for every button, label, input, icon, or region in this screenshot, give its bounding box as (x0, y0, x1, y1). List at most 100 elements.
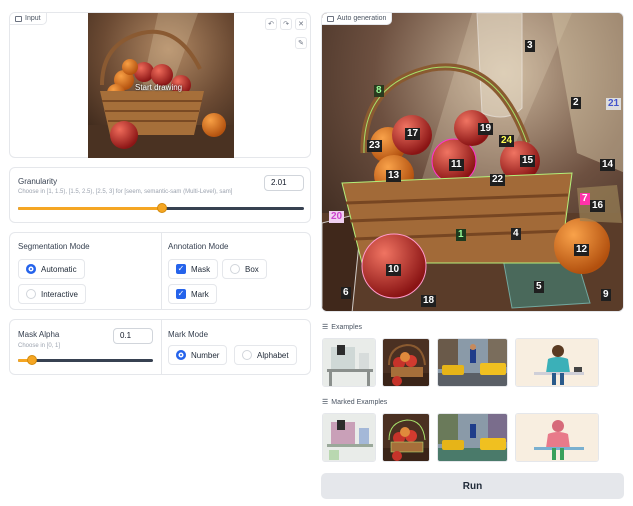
mark-label: 9 (601, 289, 611, 301)
mark-label: 17 (405, 128, 421, 140)
mask-alpha-hint: Choose in [0, 1] (18, 343, 61, 349)
undo-button[interactable]: ↶ (265, 18, 277, 30)
marked-example-thumb-ironing[interactable] (515, 413, 599, 462)
examples-header: ☰ Examples (322, 323, 363, 332)
office-thumbnail-image (323, 339, 375, 386)
mark-label: 8 (374, 85, 384, 97)
mark-label: 14 (600, 159, 616, 171)
marked-example-thumb-street[interactable] (437, 413, 508, 462)
redo-button[interactable]: ↷ (280, 18, 292, 30)
granularity-slider-fill (18, 207, 163, 210)
segmented-output-image (322, 13, 623, 311)
example-thumb-apples[interactable] (382, 338, 430, 387)
mark-label: 5 (534, 281, 544, 293)
mark-label: 12 (574, 244, 590, 256)
mark-label: 4 (511, 228, 521, 240)
image-icon (15, 15, 22, 22)
marked-ironing-thumbnail-image (516, 414, 598, 461)
segmentation-option-label: Interactive (41, 289, 78, 299)
output-label: Auto generation (337, 15, 387, 22)
annotation-option-label: Mask (191, 264, 211, 274)
brush-button[interactable]: ✎ (295, 37, 307, 49)
annotation-option-mark[interactable]: ✓ Mark (168, 284, 217, 304)
segmentation-option-automatic[interactable]: Automatic (18, 259, 85, 279)
clear-button[interactable]: ✕ (295, 18, 307, 30)
start-drawing-overlay: Start drawing (135, 83, 183, 92)
mark-label: 15 (520, 155, 536, 167)
mark-label: 21 (606, 98, 622, 110)
mask-alpha-slider[interactable] (18, 355, 153, 365)
marked-examples-header: ☰ Marked Examples (322, 398, 388, 407)
marked-examples-label: Marked Examples (331, 398, 388, 406)
granularity-label: Granularity (18, 177, 58, 186)
input-image-canvas[interactable]: Start drawing (88, 13, 234, 158)
granularity-slider-thumb[interactable] (157, 203, 167, 213)
marked-example-thumb-apples[interactable] (382, 413, 430, 462)
modes-divider (161, 233, 162, 309)
mark-label: 20 (329, 211, 345, 223)
granularity-hint: Choose in [1, 1.5), [1.5, 2.5), [2.5, 3]… (18, 189, 233, 195)
mark-option-number[interactable]: Number (168, 345, 228, 365)
mark-label: 22 (490, 174, 506, 186)
list-icon: ☰ (322, 324, 329, 331)
mark-label: 6 (341, 287, 351, 299)
example-thumb-street[interactable] (437, 338, 508, 387)
mark-label: 23 (367, 140, 383, 152)
alpha-mark-panel: Mask Alpha Choose in [0, 1] 0.1 Mark Mod… (9, 319, 311, 375)
checkbox-unchecked-icon (230, 264, 240, 274)
segmentation-mode-label: Segmentation Mode (18, 242, 90, 251)
marked-street-thumbnail-image (438, 414, 507, 461)
segmentation-option-interactive[interactable]: Interactive (18, 284, 86, 304)
annotation-mode-label: Annotation Mode (168, 242, 229, 251)
mark-option-alphabet[interactable]: Alphabet (234, 345, 297, 365)
examples-label: Examples (331, 323, 363, 331)
granularity-slider[interactable] (18, 203, 304, 213)
mark-label: 19 (478, 123, 494, 135)
checkbox-checked-icon: ✓ (176, 264, 186, 274)
close-icon: ✕ (298, 21, 304, 28)
output-panel: Auto generation ⤓ (321, 12, 624, 312)
alpha-mark-divider (161, 320, 162, 374)
annotation-option-mask[interactable]: ✓ Mask (168, 259, 219, 279)
apples-thumbnail-image (383, 339, 429, 386)
redo-icon: ↷ (283, 21, 289, 28)
modes-panel: Segmentation Mode Automatic Interactive … (9, 232, 311, 310)
output-label-chip: Auto generation (322, 13, 393, 25)
annotation-option-box[interactable]: Box (222, 259, 267, 279)
list-icon: ☰ (322, 399, 329, 406)
mark-label: 16 (590, 200, 606, 212)
granularity-value-input[interactable]: 2.01 (264, 175, 304, 191)
marked-example-thumb-office[interactable] (322, 413, 376, 462)
run-button[interactable]: Run (321, 473, 624, 499)
checkbox-checked-icon: ✓ (176, 289, 186, 299)
example-thumb-ironing[interactable] (515, 338, 599, 387)
granularity-panel: Granularity Choose in [1, 1.5), [1.5, 2.… (9, 167, 311, 223)
segmentation-option-label: Automatic (41, 264, 77, 274)
mark-label: 13 (386, 170, 402, 182)
mark-label: 24 (499, 135, 515, 147)
street-thumbnail-image (438, 339, 507, 386)
mask-alpha-value-input[interactable]: 0.1 (113, 328, 153, 344)
mask-alpha-slider-thumb[interactable] (27, 355, 37, 365)
mask-alpha-label: Mask Alpha (18, 330, 60, 339)
mark-label: 2 (571, 97, 581, 109)
mark-label: 10 (386, 264, 402, 276)
input-panel: Input Start drawing ↶ ↷ ✕ ✎ (9, 12, 311, 158)
mark-label: 11 (449, 159, 464, 171)
example-thumb-office[interactable] (322, 338, 376, 387)
ironing-thumbnail-image (516, 339, 598, 386)
radio-unchecked-icon (26, 289, 36, 299)
mark-label: 18 (421, 295, 437, 307)
mark-option-label: Alphabet (257, 350, 289, 360)
marked-apples-thumbnail-image (383, 414, 429, 461)
mark-label: 1 (456, 229, 466, 241)
image-icon (327, 15, 334, 22)
undo-icon: ↶ (268, 21, 274, 28)
mark-option-label: Number (191, 350, 220, 360)
annotation-option-label: Mark (191, 289, 209, 299)
radio-unchecked-icon (242, 350, 252, 360)
mark-mode-label: Mark Mode (168, 330, 209, 339)
mark-label: 3 (525, 40, 535, 52)
radio-checked-icon (176, 350, 186, 360)
input-label: Input (25, 15, 41, 22)
